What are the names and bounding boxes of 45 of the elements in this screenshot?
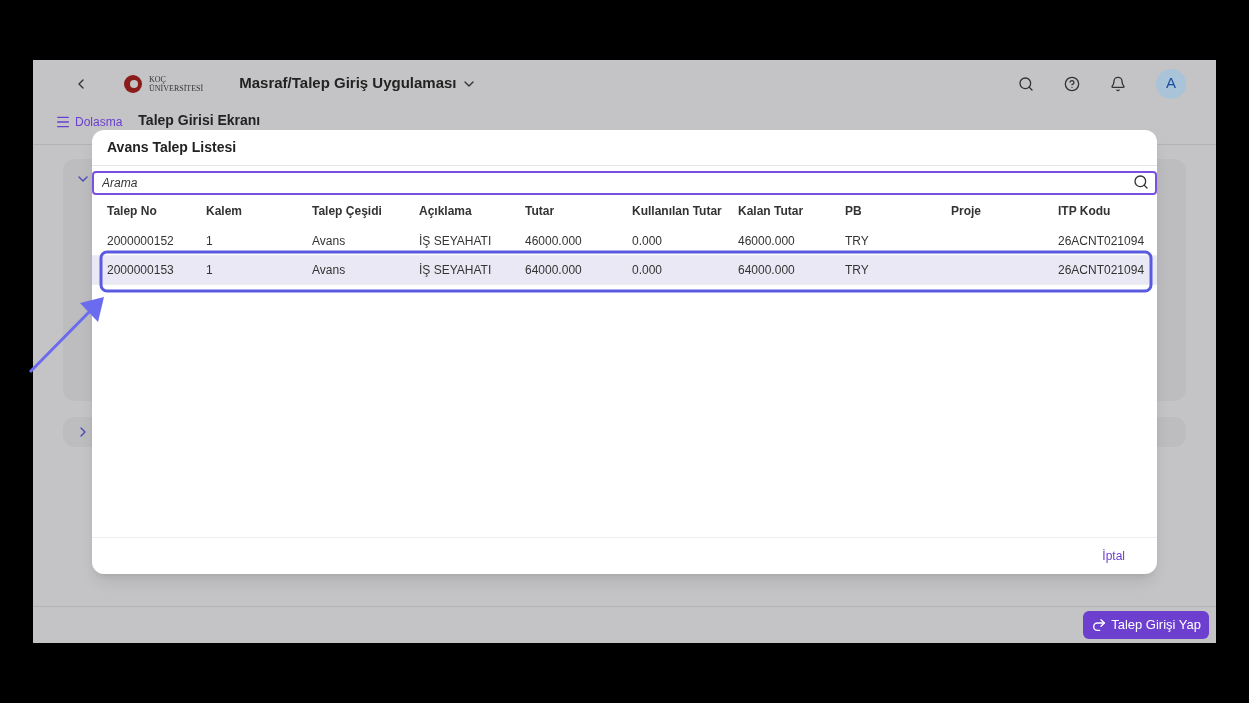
app-title[interactable]: Masraf/Talep Giriş Uygulaması xyxy=(239,72,457,95)
table-cell-text: İŞ SEYAHATI xyxy=(419,233,493,250)
table-row[interactable]: 2000000153 1 Avans İŞ SEYAHATI 64000.000 0.000 64000.000 TRY 26ACNT021094 xyxy=(92,256,1157,285)
avatar[interactable]: A xyxy=(1156,68,1186,99)
navigation-button[interactable]: Dolasma xyxy=(55,112,123,131)
table-cell-text: TRY xyxy=(845,233,870,250)
search-icon[interactable] xyxy=(1018,75,1034,92)
column-header: Talep No xyxy=(107,203,158,220)
table-cell-text: TRY xyxy=(845,262,870,279)
table-cell-text: İŞ SEYAHATI xyxy=(419,262,493,279)
column-header: Açıklama xyxy=(419,203,473,220)
search-field[interactable]: Arama xyxy=(92,171,1157,195)
table-cell-text: 64000.000 xyxy=(738,262,796,279)
column-header: Kalem xyxy=(206,203,244,220)
logo-icon xyxy=(121,73,145,94)
table-cell-text: 1 xyxy=(206,262,214,279)
table-cell-text: 64000.000 xyxy=(525,262,583,279)
redo-arrow-icon xyxy=(1091,617,1108,633)
column-header: Proje xyxy=(951,203,982,220)
table-cell-text: 1 xyxy=(206,233,214,250)
table-cell-text: 0.000 xyxy=(632,233,664,250)
column-header: ITP Kodu xyxy=(1058,203,1112,220)
table-cell-text: 2000000153 xyxy=(107,262,175,279)
column-header: Talep Çeşidi xyxy=(312,203,383,220)
table-cell-text: 46000.000 xyxy=(525,233,583,250)
table-cell-text: 26ACNT021094 xyxy=(1058,233,1145,250)
table-cell-text: 46000.000 xyxy=(738,233,796,250)
logo-text: KOÇ xyxy=(149,74,166,84)
column-header: Kalan Tutar xyxy=(738,203,805,220)
primary-button[interactable]: Talep Girişi Yap xyxy=(1083,611,1209,639)
help-icon[interactable] xyxy=(1064,75,1080,92)
logo-text: ÜNİVERSİTESİ xyxy=(149,83,204,93)
dialog-title: Avans Talep Listesi xyxy=(107,138,237,157)
table-cell-text: 26ACNT021094 xyxy=(1058,262,1145,279)
table-cell-text: Avans xyxy=(312,262,347,279)
table-cell-text: 2000000152 xyxy=(107,233,175,250)
column-header: Kullanılan Tutar xyxy=(632,203,723,220)
table-cell-text: 0.000 xyxy=(632,262,664,279)
page-title: Talep Girisi Ekranı xyxy=(138,111,261,130)
cancel-button[interactable]: İptal xyxy=(1102,547,1125,565)
search-icon[interactable] xyxy=(1133,174,1149,190)
table-cell-text: Avans xyxy=(312,233,347,250)
column-header: Tutar xyxy=(525,203,556,220)
bell-icon[interactable] xyxy=(1110,75,1126,92)
column-header: PB xyxy=(845,203,863,220)
